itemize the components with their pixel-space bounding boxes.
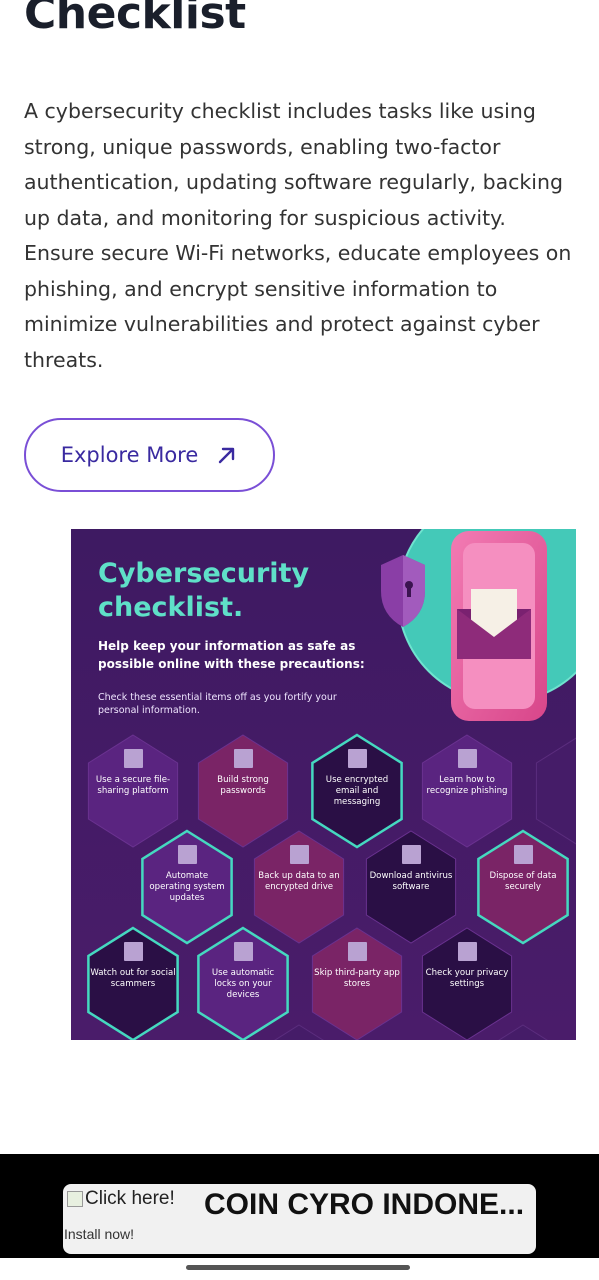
checklist-item-label: Learn how to recognize phishing [426, 775, 508, 796]
background-hexagon [274, 1024, 324, 1040]
checklist-item-label: Automate operating system updates [149, 871, 225, 903]
intro-paragraph: A cybersecurity checklist includes tasks… [24, 99, 572, 372]
checklist-item-label: Build strong passwords [217, 775, 269, 796]
checklist-item-label: Use automatic locks on your devices [211, 968, 275, 1000]
checkbox-square [177, 845, 197, 864]
explore-more-label: Explore More [60, 443, 199, 467]
background-hexagon [535, 737, 576, 845]
checkbox-square [347, 942, 367, 961]
checkbox-square [123, 942, 143, 961]
checkbox-square [233, 749, 253, 768]
background-hexagon [498, 1024, 548, 1040]
checkbox-square [233, 942, 253, 961]
ad-install-cta[interactable]: Install now! [64, 1226, 134, 1242]
checklist-item-label: Use a secure file-sharing platform [95, 775, 171, 796]
ad-image-alt: Click here! [85, 1188, 175, 1209]
cybersecurity-infographic: Cybersecurity checklist. Help keep your … [71, 529, 576, 1040]
checkbox-square [347, 749, 367, 768]
explore-more-button[interactable]: Explore More [24, 418, 275, 492]
checklist-item-label: Dispose of data securely [489, 871, 557, 892]
checkbox-square [457, 749, 477, 768]
ad-headline[interactable]: COIN CYRO INDONE... [204, 1188, 534, 1222]
checklist-item-label: Watch out for social scammers [90, 968, 176, 989]
checkbox-square [457, 942, 477, 961]
checklist-item-label: Download antivirus software [369, 871, 453, 892]
broken-image-icon [67, 1191, 83, 1207]
checkbox-square [401, 845, 421, 864]
arrow-up-right-icon [219, 447, 235, 464]
checklist-item-label: Check your privacy settings [425, 968, 509, 989]
checklist-item-label: Use encrypted email and messaging [325, 775, 389, 807]
page-title: Checklist [24, 0, 246, 39]
home-indicator[interactable] [186, 1265, 410, 1270]
checklist-item-label: Back up data to an encrypted drive [258, 871, 340, 892]
checkbox-square [123, 749, 143, 768]
checkbox-square [289, 845, 309, 864]
checklist-item-label: Skip third-party app stores [314, 968, 400, 989]
ad-image[interactable]: Click here! [67, 1188, 175, 1210]
checkbox-square [513, 845, 533, 864]
